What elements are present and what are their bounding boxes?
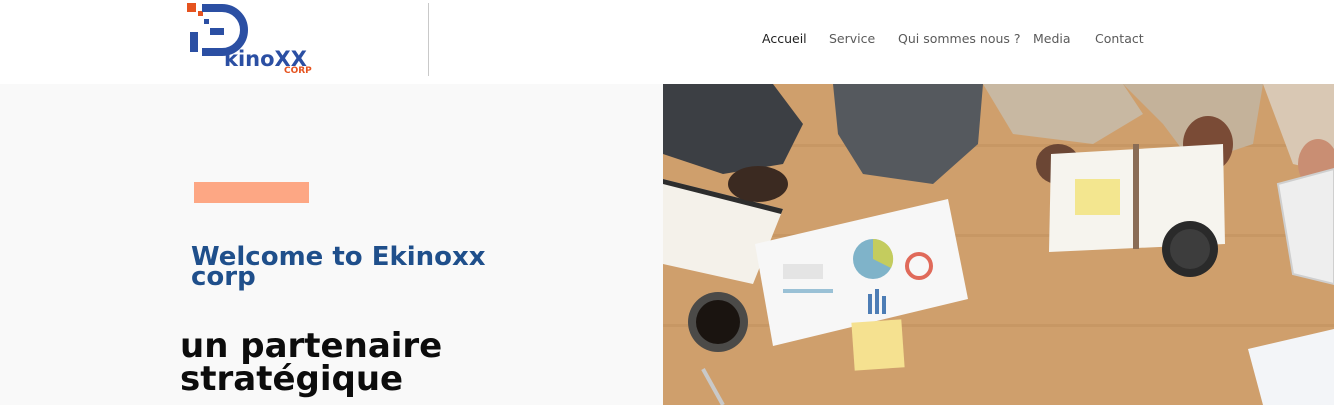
nav-media[interactable]: Media bbox=[1033, 31, 1071, 46]
logo-subtext: CORP bbox=[284, 66, 312, 74]
nav-qui-sommes-nous[interactable]: Qui sommes nous ? bbox=[898, 31, 1021, 46]
hero-section: Welcome to Ekinoxx corp un partenaire st… bbox=[0, 84, 663, 405]
welcome-heading: Welcome to Ekinoxx corp bbox=[191, 242, 486, 292]
hero-photo bbox=[663, 84, 1334, 405]
hero-tagline: un partenaire stratégique bbox=[180, 326, 443, 399]
accent-bar bbox=[194, 182, 309, 203]
nav-accueil[interactable]: Accueil bbox=[762, 31, 807, 46]
nav-contact[interactable]: Contact bbox=[1095, 31, 1144, 46]
site-header: kinoXX CORP Accueil Service Qui sommes n… bbox=[0, 0, 1334, 84]
main-navigation: Accueil Service Qui sommes nous ? Media … bbox=[0, 31, 1334, 51]
nav-service[interactable]: Service bbox=[829, 31, 875, 46]
